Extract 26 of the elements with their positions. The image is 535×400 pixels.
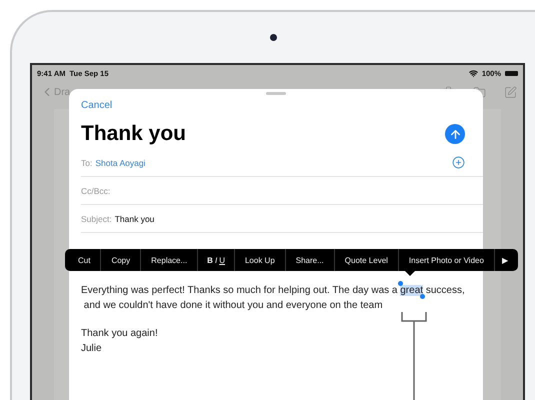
menu-item[interactable]: Insert Photo or Video (398, 249, 495, 271)
menu-item[interactable]: Share... (286, 249, 335, 271)
field-label: To: (81, 158, 92, 168)
message-title: Thank you (81, 122, 186, 146)
message-paragraph: Everything was perfect! Thanks so much for helping out. The day was a great success, and we couldn't have done it without you and everyone on the team (81, 283, 483, 313)
menu-item[interactable]: Copy (101, 249, 142, 271)
wifi-icon (468, 68, 478, 78)
menu-item[interactable]: Cut (68, 249, 102, 271)
field-label: Cc/Bcc: (81, 186, 110, 196)
add-contact-icon[interactable] (452, 156, 465, 169)
cancel-button[interactable]: Cancel (81, 100, 112, 111)
battery-icon (505, 70, 518, 76)
camera-icon (270, 34, 277, 41)
field-label: Subject: (81, 214, 112, 224)
subject-field[interactable]: Subject: Thank you (81, 205, 483, 233)
format-menu-item[interactable]: B I U (198, 249, 235, 271)
arrow-up-icon (448, 128, 462, 140)
send-button[interactable] (445, 124, 465, 144)
menu-item[interactable]: Quote Level (334, 249, 399, 271)
menu-item[interactable]: Look Up (234, 249, 286, 271)
recipient-name: Shota Aoyagi (95, 158, 146, 168)
compose-icon[interactable] (504, 86, 517, 98)
menu-item[interactable]: Replace... (141, 249, 198, 271)
to-field[interactable]: To: Shota Aoyagi (81, 149, 483, 177)
message-paragraph: Thank you again! Julie (81, 327, 159, 356)
subject-value: Thank you (114, 214, 154, 224)
